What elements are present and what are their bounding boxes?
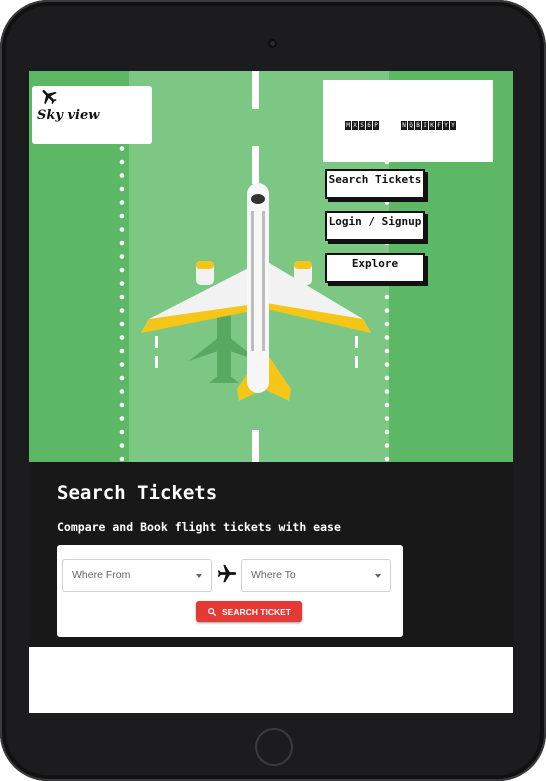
runway-light — [384, 402, 390, 408]
search-ticket-button[interactable]: SEARCH TICKET — [196, 601, 302, 622]
runway-light — [384, 294, 390, 300]
search-subtitle: Compare and Book flight tickets with eas… — [57, 520, 341, 534]
runway-light — [119, 456, 125, 462]
runway-light — [384, 308, 390, 313]
runway-light — [119, 335, 125, 340]
destination-char: Y — [450, 121, 456, 130]
runway-light — [384, 200, 390, 205]
runway-light — [119, 213, 125, 219]
flight-board: M X S 6 P N Q B I K F Y Y — [323, 80, 493, 162]
search-form: Where From Where To SEARCH TICKET — [57, 545, 403, 637]
runway-light — [119, 348, 125, 354]
destination-display: N Q B I K F Y Y — [401, 116, 456, 130]
plane-icon — [217, 564, 237, 583]
runway-light — [119, 429, 125, 435]
runway-light — [119, 200, 125, 205]
destination-char: Y — [443, 121, 449, 130]
runway-light — [119, 389, 125, 394]
destination-char: F — [436, 121, 442, 130]
runway-light — [384, 416, 390, 421]
runway-light — [384, 375, 390, 381]
camera — [268, 39, 277, 48]
runway-light — [119, 159, 125, 165]
runway-light — [119, 416, 125, 421]
destination-char: K — [429, 121, 435, 130]
runway-light — [119, 254, 125, 259]
search-icon — [208, 607, 217, 616]
departure-char: M — [345, 121, 351, 130]
where-to-select[interactable]: Where To — [241, 559, 391, 592]
departure-char: P — [373, 121, 379, 130]
runway-light — [119, 240, 125, 246]
runway-light — [119, 443, 125, 448]
runway-light — [119, 146, 125, 151]
home-button[interactable] — [255, 728, 293, 766]
search-section: Search Tickets Compare and Book flight t… — [29, 462, 513, 647]
runway-light — [384, 443, 390, 448]
runway-light — [119, 321, 125, 327]
where-to-placeholder: Where To — [251, 569, 296, 581]
runway-light — [384, 456, 390, 462]
runway-light — [384, 362, 390, 367]
runway-lights-left — [119, 132, 125, 462]
screen: Sky view M X S 6 P N Q B I K F Y Y Searc… — [29, 71, 513, 713]
departure-char: 6 — [366, 121, 372, 130]
search-ticket-label: SEARCH TICKET — [222, 606, 291, 617]
where-from-select[interactable]: Where From — [62, 559, 212, 592]
search-tickets-button[interactable]: Search Tickets — [325, 169, 425, 199]
plane-icon — [42, 90, 57, 105]
departure-char: X — [352, 121, 358, 130]
destination-char: N — [401, 121, 407, 130]
search-title: Search Tickets — [57, 482, 218, 504]
runway-light — [384, 240, 390, 246]
runway-light — [119, 362, 125, 367]
destination-char: B — [415, 121, 421, 130]
runway-light — [119, 375, 125, 381]
destination-char: I — [422, 121, 428, 130]
explore-button[interactable]: Explore — [325, 253, 425, 283]
tablet-frame: Sky view M X S 6 P N Q B I K F Y Y Searc… — [0, 0, 546, 781]
runway-light — [384, 335, 390, 340]
departure-display: M X S 6 P — [345, 116, 379, 130]
brand-name: Sky view — [37, 107, 100, 123]
runway-light — [119, 186, 125, 192]
runway-light — [119, 227, 125, 232]
runway-light — [119, 402, 125, 408]
runway-light — [119, 267, 125, 273]
runway-light — [384, 321, 390, 327]
runway-light — [384, 389, 390, 394]
runway-light — [119, 294, 125, 300]
runway-light — [384, 429, 390, 435]
chevron-down-icon — [375, 574, 381, 578]
runway-light — [119, 173, 125, 178]
runway-light — [119, 308, 125, 313]
destination-char: Q — [408, 121, 414, 130]
runway-light — [384, 348, 390, 354]
runway-light — [119, 281, 125, 286]
where-from-placeholder: Where From — [72, 569, 131, 581]
hero: Sky view M X S 6 P N Q B I K F Y Y Searc… — [29, 71, 513, 462]
logo-card[interactable]: Sky view — [32, 86, 152, 144]
chevron-down-icon — [196, 574, 202, 578]
departure-char: S — [359, 121, 365, 130]
login-signup-button[interactable]: Login / Signup — [325, 211, 425, 241]
